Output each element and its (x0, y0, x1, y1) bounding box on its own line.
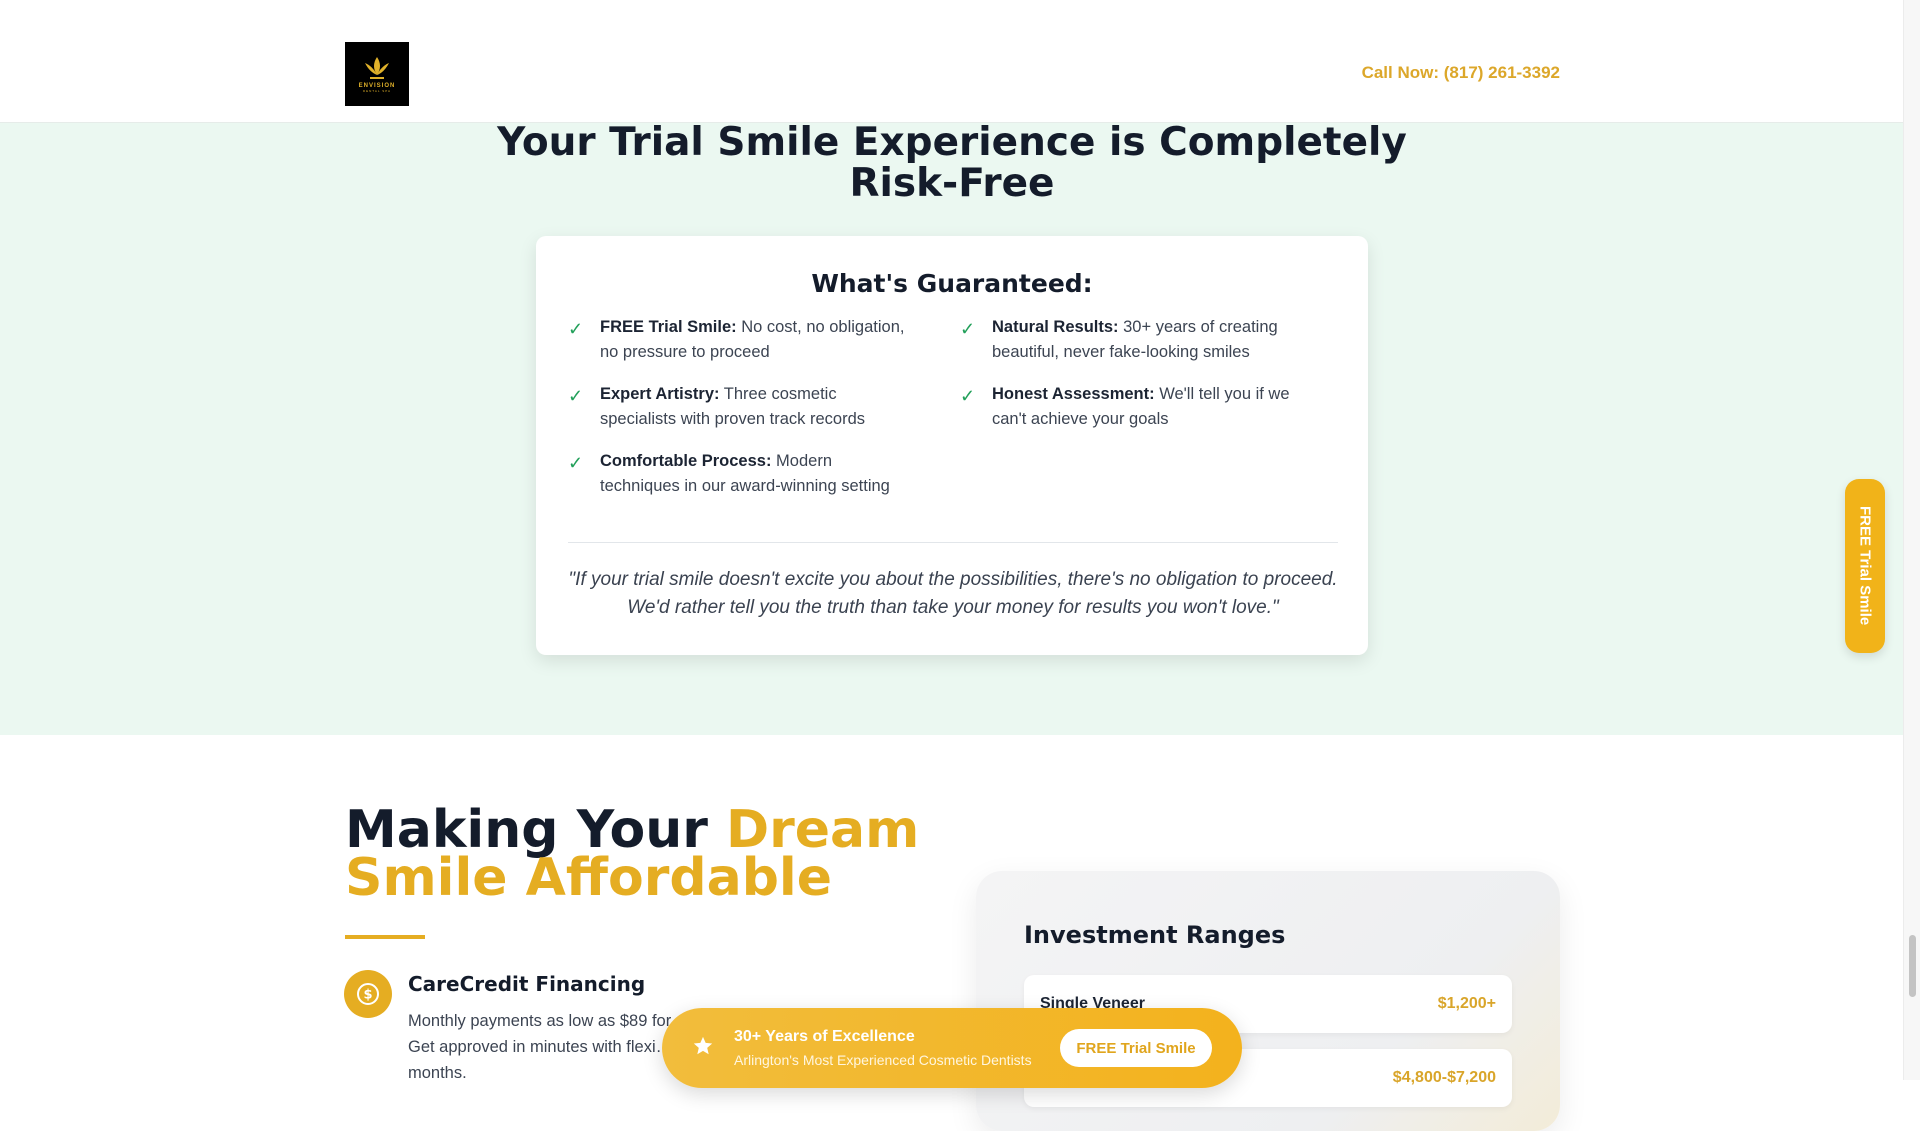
guarantee-title-line1: Your Trial Smile Experience is Completel… (497, 120, 1407, 165)
lotus-logo-icon (365, 57, 389, 79)
card-divider (568, 542, 1338, 543)
guarantee-item: ✓ Comfortable Process: Modern techniques… (568, 449, 908, 499)
investment-price: $4,800-$7,200 (1392, 1069, 1496, 1086)
item-bold-label: Comfortable Process: (600, 452, 772, 470)
investment-price: $1,200+ (1437, 995, 1496, 1012)
item-bold-label: Honest Assessment: (992, 385, 1155, 403)
svg-text:$: $ (363, 988, 372, 1003)
side-tab-label: FREE Trial Smile (1856, 506, 1874, 626)
guarantee-item: ✓ Natural Results: 30+ years of creating… (960, 315, 1300, 365)
guarantee-item-text: Comfortable Process: Modern techniques i… (600, 449, 908, 499)
guarantee-title-line2: Risk-Free (849, 161, 1055, 206)
page-scrollbar[interactable] (1903, 0, 1920, 1080)
envision-logo[interactable]: ENVISION DENTAL SPA (345, 42, 409, 106)
call-now-link[interactable]: Call Now: (817) 261-3392 (1362, 63, 1560, 83)
scrollbar-thumb[interactable] (1909, 935, 1916, 997)
financing-title: Making Your Dream Smile Affordable (345, 804, 919, 904)
title-underline (345, 935, 425, 939)
check-icon: ✓ (960, 319, 976, 339)
guarantee-item-text: Honest Assessment: We'll tell you if we … (992, 382, 1300, 432)
float-bar-title: 30+ Years of Excellence (734, 1028, 915, 1045)
check-icon: ✓ (568, 453, 584, 473)
guarantee-item-text: FREE Trial Smile: No cost, no obligation… (600, 315, 908, 365)
guarantee-item-text: Expert Artistry: Three cosmetic speciali… (600, 382, 908, 432)
carecredit-title: CareCredit Financing (408, 972, 646, 996)
card-title: What's Guaranteed: (811, 269, 1093, 298)
investment-ranges-card: Investment Ranges Single Veneer $1,200+ … (976, 871, 1560, 1131)
guarantee-item: ✓ Honest Assessment: We'll tell you if w… (960, 382, 1300, 432)
check-icon: ✓ (960, 386, 976, 406)
floating-cta-bar: 30+ Years of Excellence Arlington's Most… (662, 1008, 1242, 1088)
check-icon: ✓ (568, 319, 584, 339)
item-bold-label: Natural Results: (992, 318, 1119, 336)
guarantee-section: Your Trial Smile Experience is Completel… (0, 122, 1904, 735)
site-header: ENVISION DENTAL SPA Call Now: (817) 261-… (0, 0, 1904, 123)
investment-title: Investment Ranges (1024, 921, 1286, 949)
free-trial-smile-button[interactable]: FREE Trial Smile (1060, 1029, 1212, 1067)
check-icon: ✓ (568, 386, 584, 406)
guarantee-item: ✓ Expert Artistry: Three cosmetic specia… (568, 382, 908, 432)
star-icon (693, 1036, 713, 1055)
float-bar-subtitle: Arlington's Most Experienced Cosmetic De… (734, 1052, 1032, 1068)
guarantee-card: What's Guaranteed: ✓ FREE Trial Smile: N… (536, 236, 1368, 655)
guarantee-title: Your Trial Smile Experience is Completel… (0, 122, 1904, 204)
guarantee-quote: "If your trial smile doesn't excite you … (568, 569, 1338, 618)
guarantee-item: ✓ FREE Trial Smile: No cost, no obligati… (568, 315, 908, 365)
dollar-icon: $ (344, 970, 392, 1018)
free-trial-smile-side-tab[interactable]: FREE Trial Smile (1845, 479, 1885, 653)
carecredit-text: Monthly payments as low as $89 for… Get … (408, 1012, 688, 1082)
logo-subtext: DENTAL SPA (362, 89, 392, 93)
item-bold-label: FREE Trial Smile: (600, 318, 737, 336)
guarantee-item-text: Natural Results: 30+ years of creating b… (992, 315, 1300, 365)
financing-title-accent2: Smile Affordable (345, 848, 833, 908)
item-bold-label: Expert Artistry: (600, 385, 720, 403)
